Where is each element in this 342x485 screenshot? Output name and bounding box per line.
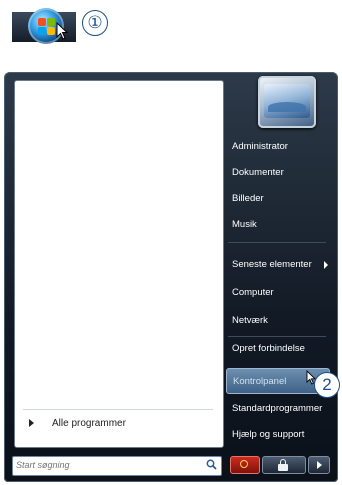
- search-box[interactable]: [12, 456, 222, 476]
- menu-item-help-support[interactable]: Hjælp og support: [226, 422, 330, 448]
- menu-item-connect-to[interactable]: Opret forbindelse: [226, 336, 330, 362]
- arrow-right-icon: [317, 461, 322, 469]
- menu-separator: [228, 242, 326, 243]
- power-options-button[interactable]: [308, 456, 330, 474]
- power-icon: [240, 460, 248, 468]
- step-callout-1: ①: [82, 10, 108, 36]
- all-programs-label: Alle programmer: [52, 417, 126, 429]
- menu-item-pictures[interactable]: Billeder: [226, 186, 330, 212]
- lock-button[interactable]: [262, 456, 306, 474]
- step-callout-2: 2: [314, 372, 340, 398]
- submenu-arrow-icon: [324, 261, 328, 269]
- start-button[interactable]: [12, 8, 76, 44]
- search-input[interactable]: [16, 458, 192, 472]
- programs-pane: Alle programmer: [14, 80, 224, 448]
- menu-item-network[interactable]: Netværk: [226, 308, 330, 334]
- user-picture[interactable]: [258, 76, 316, 128]
- menu-item-default-programs[interactable]: Standardprogrammer: [226, 396, 330, 422]
- menu-item-music[interactable]: Musik: [226, 212, 330, 238]
- mouse-cursor-icon: [56, 22, 68, 40]
- menu-item-recent-items[interactable]: Seneste elementer: [226, 252, 330, 278]
- all-programs-button[interactable]: Alle programmer: [23, 409, 213, 436]
- power-button[interactable]: [230, 456, 260, 474]
- menu-item-administrator[interactable]: Administrator: [226, 134, 330, 160]
- arrow-right-icon: [29, 419, 34, 427]
- menu-item-computer[interactable]: Computer: [226, 280, 330, 306]
- menu-item-documents[interactable]: Dokumenter: [226, 160, 330, 186]
- search-icon[interactable]: [206, 459, 217, 470]
- start-menu: Alle programmer Administrator Dokumenter…: [4, 72, 338, 482]
